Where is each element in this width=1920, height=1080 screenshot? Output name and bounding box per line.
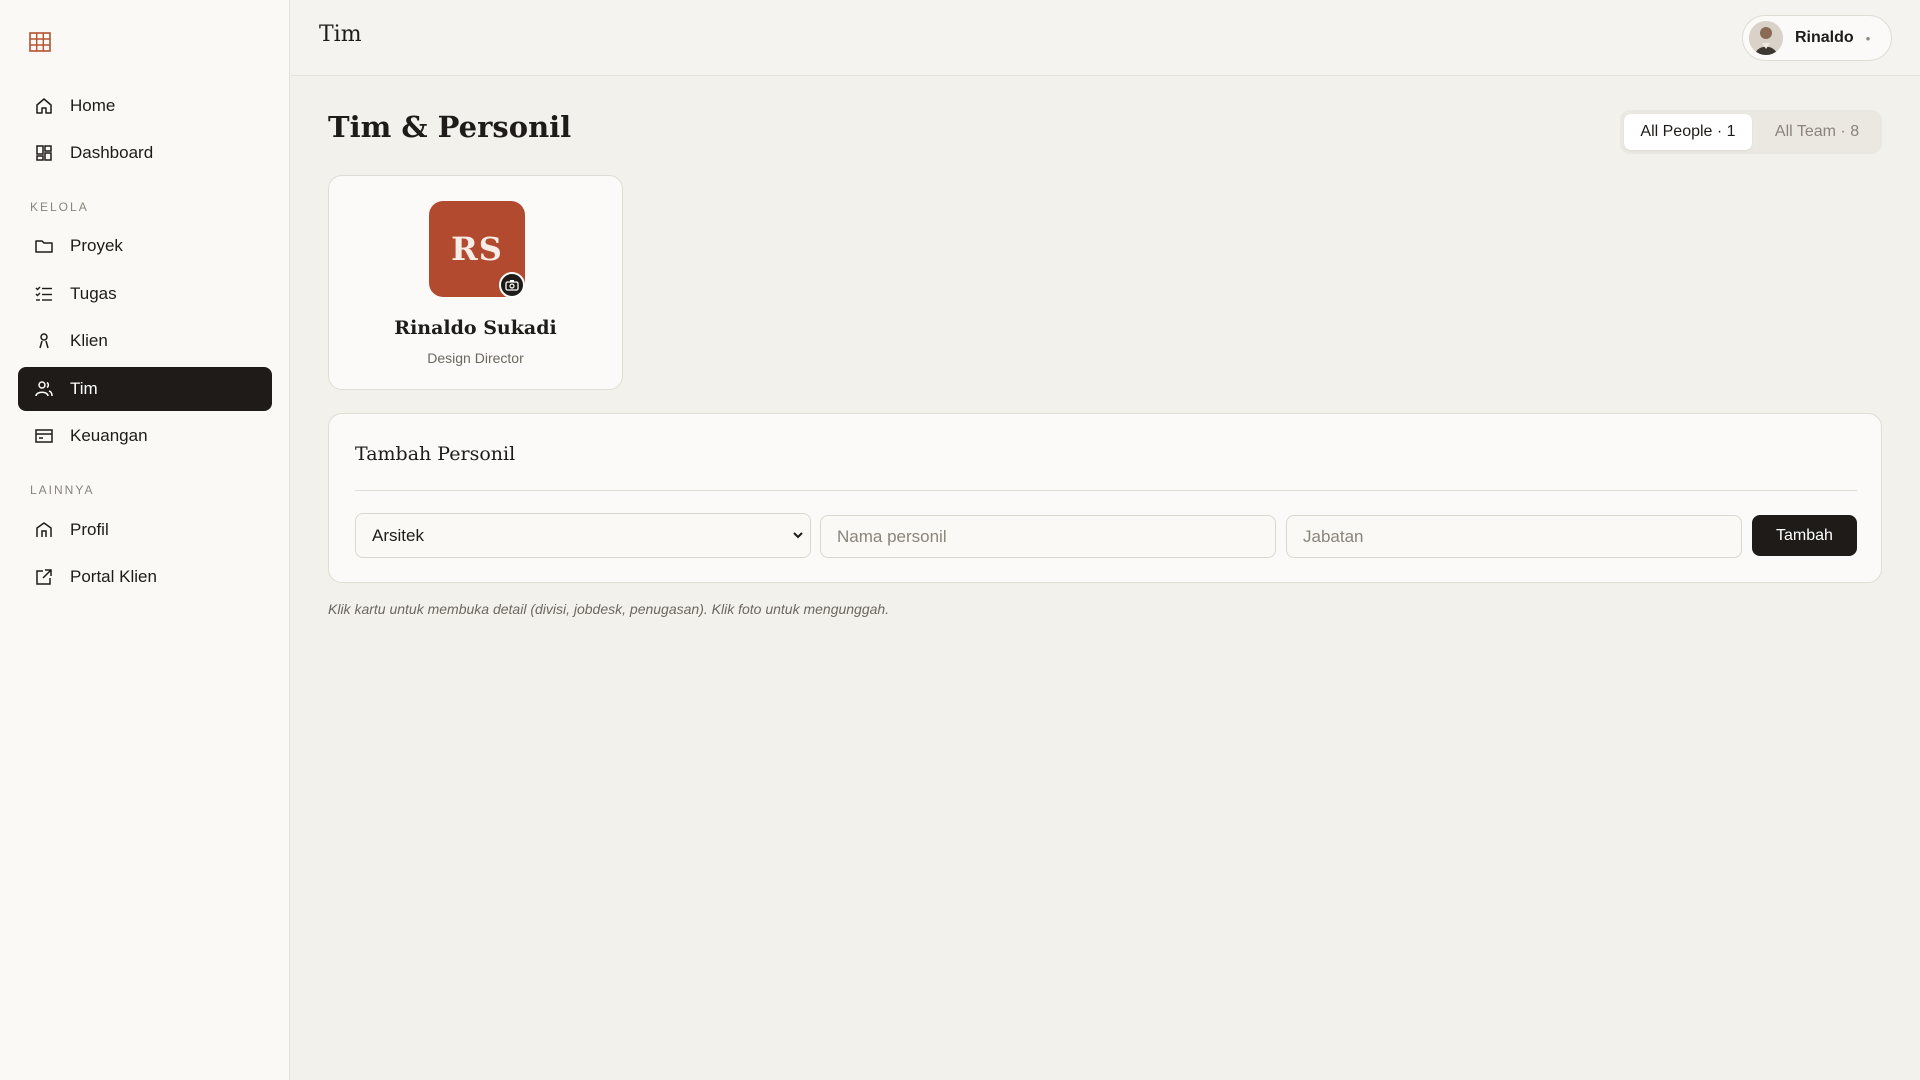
division-select-wrapper: Arsitek <box>355 513 811 558</box>
sidebar-item-tugas[interactable]: Tugas <box>18 272 272 316</box>
sidebar-item-dashboard[interactable]: Dashboard <box>18 131 272 175</box>
grid-logo-icon[interactable] <box>29 32 51 52</box>
sidebar-item-label: Klien <box>70 331 108 350</box>
sidebar-item-portal-klien[interactable]: Portal Klien <box>18 555 272 599</box>
user-name: Rinaldo <box>1795 29 1854 46</box>
sidebar-item-home[interactable]: Home <box>18 84 272 128</box>
user-avatar <box>1749 21 1783 55</box>
hint-text: Klik kartu untuk membuka detail (divisi,… <box>328 601 890 617</box>
sidebar: Home Dashboard KELOLA Proyek Tugas Klien… <box>0 0 290 1080</box>
person-name: Rinaldo Sukadi <box>394 317 557 339</box>
people-tabs: All People · 1 All Team · 8 <box>1620 110 1882 154</box>
person-card[interactable]: RS Rinaldo Sukadi Design Director <box>328 175 623 390</box>
topbar-title: Tim <box>319 22 362 47</box>
dashboard-icon <box>36 145 52 161</box>
person-role: Design Director <box>427 350 524 366</box>
sidebar-item-proyek[interactable]: Proyek <box>18 224 272 268</box>
sidebar-item-label: Proyek <box>70 236 123 255</box>
person-icon <box>39 333 49 349</box>
sidebar-item-profil[interactable]: Profil <box>18 508 272 552</box>
section-label-lainnya: LAINNYA <box>30 483 95 497</box>
sidebar-item-klien[interactable]: Klien <box>18 319 272 363</box>
team-icon <box>35 381 53 397</box>
chevron-down-icon: ● <box>1865 33 1871 43</box>
add-personnel-title: Tambah Personil <box>355 443 516 465</box>
add-personnel-panel: Tambah Personil Arsitek Tambah <box>328 413 1882 583</box>
sidebar-item-label: Tugas <box>70 284 117 303</box>
sidebar-item-label: Profil <box>70 520 109 539</box>
tab-all-team[interactable]: All Team · 8 <box>1756 114 1878 150</box>
position-input[interactable] <box>1286 515 1742 558</box>
page-title: Tim & Personil <box>328 110 572 144</box>
sidebar-item-label: Home <box>70 96 116 115</box>
top-bar: Tim Rinaldo ● <box>291 0 1920 76</box>
home-icon <box>36 98 52 114</box>
add-personnel-button[interactable]: Tambah <box>1752 515 1857 556</box>
sidebar-item-keuangan[interactable]: Keuangan <box>18 414 272 458</box>
building-icon <box>36 522 52 537</box>
checklist-icon <box>35 286 52 301</box>
card-icon <box>35 429 53 443</box>
sidebar-item-label: Tim <box>70 379 98 398</box>
sidebar-item-label: Keuangan <box>70 426 148 445</box>
sidebar-item-tim[interactable]: Tim <box>18 367 272 411</box>
camera-icon[interactable] <box>499 272 525 298</box>
personnel-name-input[interactable] <box>820 515 1276 558</box>
external-link-icon <box>36 569 52 585</box>
sidebar-item-label: Dashboard <box>70 143 154 162</box>
section-label-kelola: KELOLA <box>30 200 89 214</box>
user-menu-button[interactable]: Rinaldo ● <box>1742 15 1892 61</box>
divider <box>355 490 1857 491</box>
folder-icon <box>35 240 53 253</box>
division-select[interactable]: Arsitek <box>355 513 811 558</box>
user-photo-icon <box>1749 21 1783 55</box>
tab-all-people[interactable]: All People · 1 <box>1624 114 1752 150</box>
sidebar-item-label: Portal Klien <box>70 567 157 586</box>
